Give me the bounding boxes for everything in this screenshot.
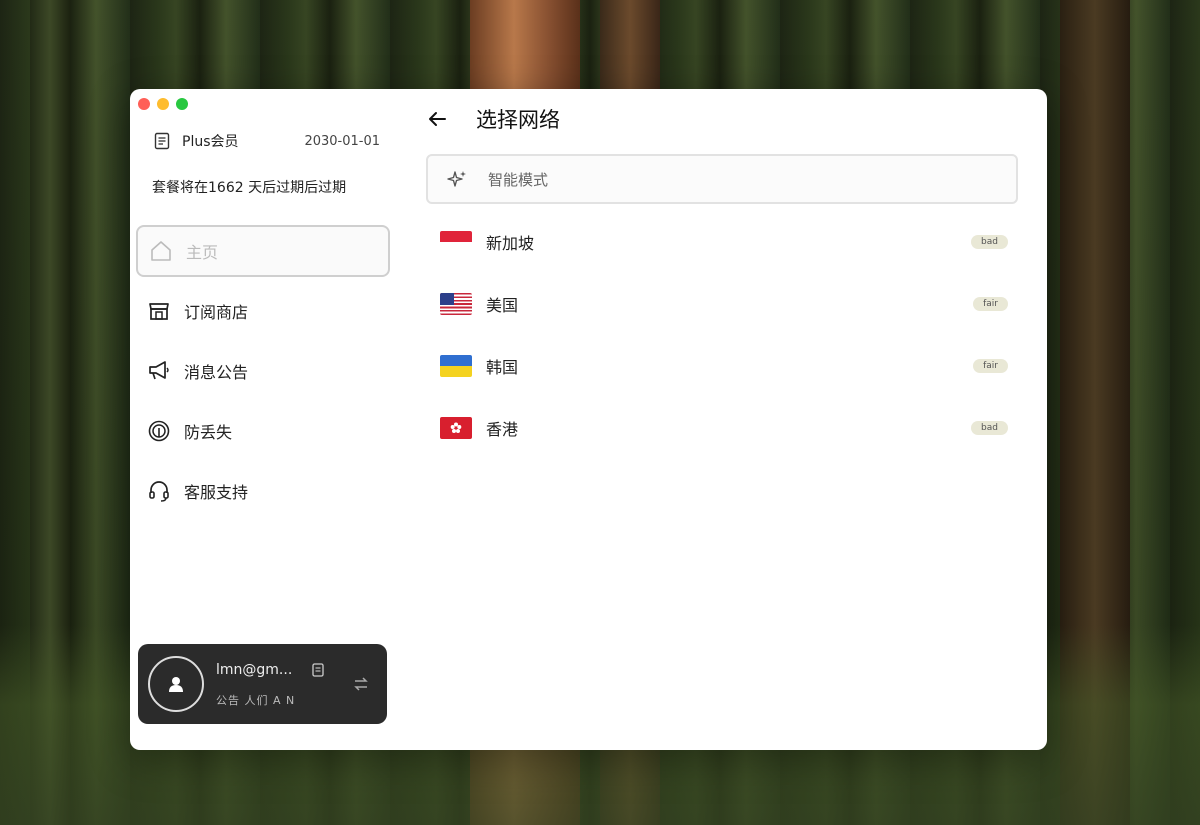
hong-kong-flag-icon <box>440 417 472 439</box>
copy-icon[interactable] <box>310 662 326 678</box>
user-email: lmn@gm... <box>216 662 293 678</box>
server-name: 美国 <box>486 296 519 315</box>
sidebar-item-label: 主页 <box>186 243 219 262</box>
page-header: 选择网络 <box>426 103 560 135</box>
server-item-usa[interactable]: 美国 fair <box>440 284 1008 324</box>
singapore-flag-icon <box>440 231 472 253</box>
smart-mode-label: 智能模式 <box>488 170 549 189</box>
sidebar-item-label: 消息公告 <box>184 363 249 382</box>
app-window: Plus会员 2030-01-01 套餐将在1662 天后过期后过期 主页 订阅… <box>130 89 1047 750</box>
user-card[interactable]: lmn@gm... 公告 人们 A N <box>138 644 387 724</box>
sidebar-nav: 主页 订阅商店 消息公告 防丢失 客服支持 <box>136 225 390 525</box>
expiry-notice: 套餐将在1662 天后过期后过期 <box>152 180 347 196</box>
server-name: 新加坡 <box>486 234 535 253</box>
home-icon <box>148 238 174 264</box>
plan-name: Plus会员 <box>182 134 239 150</box>
main-panel: 选择网络 智能模式 新加坡 bad 美国 fair 韩国 fair 香港 bad <box>400 89 1047 750</box>
sidebar-item-announcements[interactable]: 消息公告 <box>136 345 390 397</box>
latency-badge: bad <box>971 421 1008 435</box>
sidebar: Plus会员 2030-01-01 套餐将在1662 天后过期后过期 主页 订阅… <box>130 89 400 750</box>
sidebar-item-label: 订阅商店 <box>184 303 249 322</box>
plan-info: Plus会员 2030-01-01 <box>152 131 380 151</box>
user-subtitle: 公告 人们 A N <box>216 694 296 707</box>
server-item-hong-kong[interactable]: 香港 bad <box>440 408 1008 448</box>
plan-expiry-date: 2030-01-01 <box>304 133 380 149</box>
back-arrow-icon[interactable] <box>426 108 448 130</box>
latency-badge: bad <box>971 235 1008 249</box>
server-item-singapore[interactable]: 新加坡 bad <box>440 222 1008 262</box>
sidebar-item-store[interactable]: 订阅商店 <box>136 285 390 337</box>
headset-icon <box>146 478 172 504</box>
sidebar-item-label: 防丢失 <box>184 423 233 442</box>
switch-account-icon[interactable] <box>351 674 371 694</box>
server-name: 韩国 <box>486 358 519 377</box>
smart-mode-option[interactable]: 智能模式 <box>426 154 1018 204</box>
usa-flag-icon <box>440 293 472 315</box>
server-item-korea[interactable]: 韩国 fair <box>440 346 1008 386</box>
server-name: 香港 <box>486 420 519 439</box>
person-icon <box>169 677 183 692</box>
sidebar-item-anti-loss[interactable]: 防丢失 <box>136 405 390 457</box>
ukraine-flag-icon <box>440 355 472 377</box>
megaphone-icon <box>146 358 172 384</box>
store-icon <box>146 298 172 324</box>
latency-badge: fair <box>973 297 1008 311</box>
sidebar-item-support[interactable]: 客服支持 <box>136 465 390 517</box>
fingerprint-icon <box>146 418 172 444</box>
latency-badge: fair <box>973 359 1008 373</box>
sparkle-icon <box>447 171 466 187</box>
document-icon <box>152 131 172 151</box>
avatar[interactable] <box>148 656 204 712</box>
sidebar-item-home[interactable]: 主页 <box>136 225 390 277</box>
page-title: 选择网络 <box>476 108 560 132</box>
sidebar-item-label: 客服支持 <box>184 483 249 502</box>
